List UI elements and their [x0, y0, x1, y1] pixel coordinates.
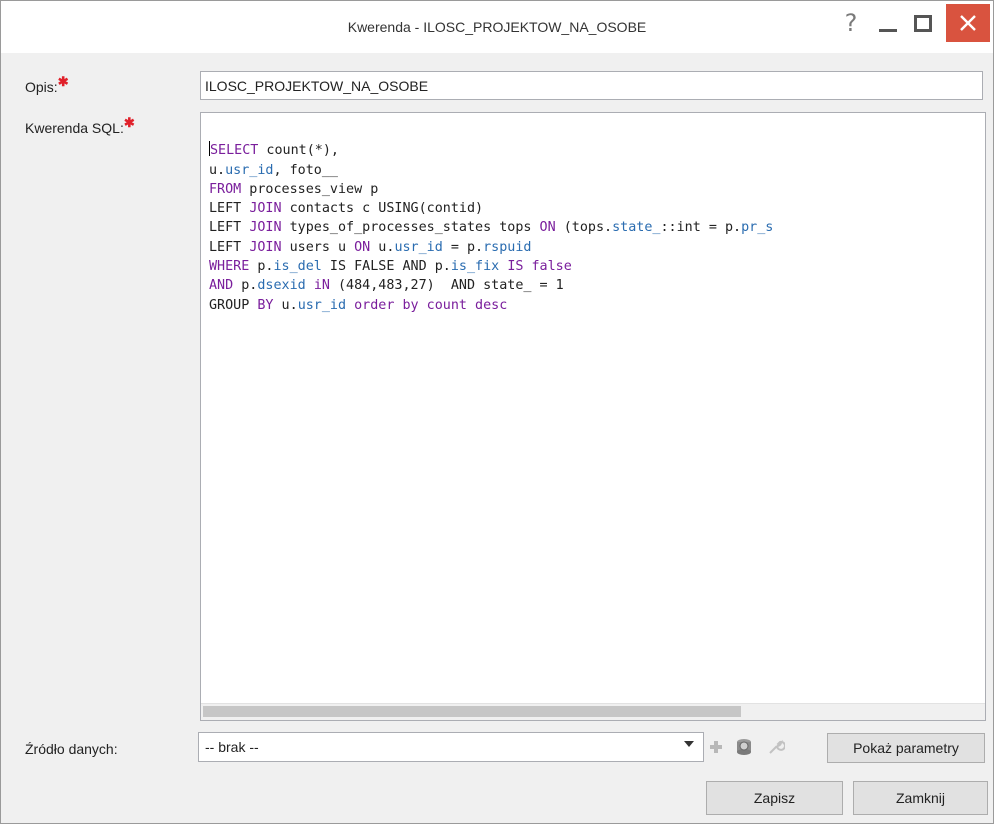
- code-line: WHERE p.is_del IS FALSE AND p.is_fix IS …: [209, 259, 572, 275]
- wrench-icon: [769, 739, 785, 754]
- close-icon: [960, 15, 976, 31]
- scrollbar-thumb[interactable]: [203, 706, 741, 717]
- sql-code[interactable]: SELECT count(*), u.usr_id, foto__ FROM pro…: [209, 122, 773, 354]
- save-button[interactable]: Zapisz: [706, 781, 843, 815]
- code-line: LEFT JOIN types_of_processes_states tops…: [209, 220, 774, 236]
- opis-field[interactable]: ILOSC_PROJEKTOW_NA_OSOBE: [200, 71, 983, 100]
- required-marker: ✱: [123, 115, 135, 130]
- database-icon: [737, 739, 751, 755]
- help-icon: ?: [844, 9, 858, 37]
- plus-icon: [710, 741, 722, 753]
- code-line: FROM processes_view p: [209, 181, 379, 197]
- code-line: GROUP BY u.usr_id order by count desc: [209, 297, 508, 313]
- minimize-button[interactable]: [871, 1, 905, 45]
- horizontal-scrollbar[interactable]: [201, 703, 985, 720]
- sql-label-text: Kwerenda SQL:: [25, 120, 124, 136]
- code-line: LEFT JOIN users u ON u.usr_id = p.rspuid: [209, 239, 532, 255]
- required-marker: ✱: [57, 74, 69, 89]
- add-source-button[interactable]: [706, 735, 726, 759]
- sql-editor[interactable]: SELECT count(*), u.usr_id, foto__ FROM pro…: [200, 112, 986, 721]
- opis-label-text: Opis:: [25, 79, 58, 95]
- source-label: Źródło danych:: [25, 741, 118, 757]
- code-line: LEFT JOIN contacts c USING(contid): [209, 201, 484, 217]
- title-bar[interactable]: Kwerenda - ILOSC_PROJEKTOW_NA_OSOBE ?: [1, 1, 993, 53]
- code-line: AND p.dsexid iN (484,483,27) AND state_ …: [209, 278, 564, 294]
- maximize-button[interactable]: [906, 1, 940, 45]
- close-window-button[interactable]: [946, 4, 990, 42]
- minimize-icon: [879, 28, 897, 32]
- show-parameters-button[interactable]: Pokaż parametry: [827, 733, 985, 763]
- source-select-value: -- brak --: [205, 739, 259, 755]
- database-source-button[interactable]: [734, 735, 754, 759]
- maximize-icon: [914, 14, 932, 32]
- sql-label: Kwerenda SQL:✱: [25, 115, 135, 137]
- dropdown-arrow-icon[interactable]: [684, 741, 694, 747]
- opis-label: Opis:✱: [25, 74, 69, 96]
- edit-source-button[interactable]: [766, 735, 786, 759]
- code-line: u.usr_id, foto__: [209, 162, 338, 178]
- help-button[interactable]: ?: [831, 1, 871, 45]
- code-line: SELECT count(*),: [209, 141, 339, 159]
- source-select[interactable]: -- brak --: [198, 732, 704, 762]
- close-button[interactable]: Zamknij: [853, 781, 988, 815]
- dialog-window: Kwerenda - ILOSC_PROJEKTOW_NA_OSOBE ? Op…: [0, 0, 994, 824]
